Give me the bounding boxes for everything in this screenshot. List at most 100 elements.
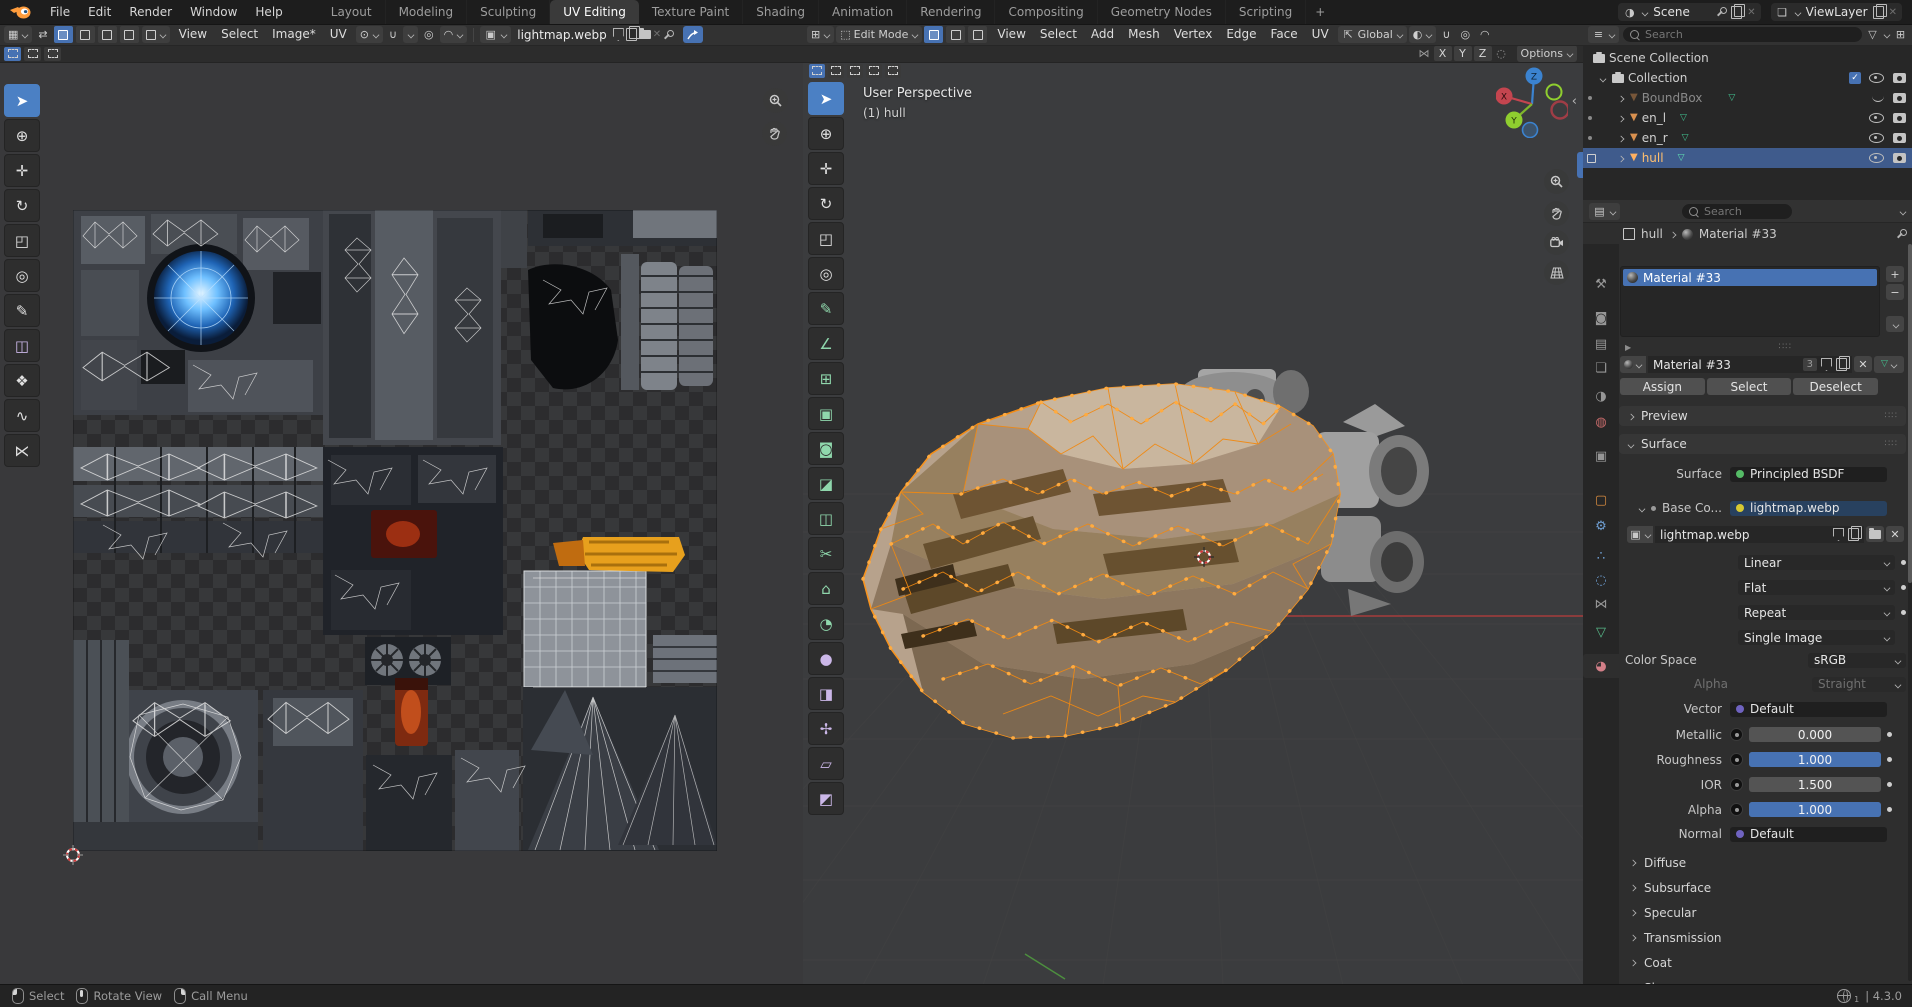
select-intersect-icon[interactable] (885, 64, 901, 78)
image-name-field[interactable]: lightmap.webp (1655, 526, 1864, 543)
options-dropdown[interactable]: Options (1517, 45, 1577, 62)
breadcrumb-object[interactable]: hull (1641, 227, 1663, 241)
users-count[interactable]: 3 (1803, 358, 1817, 371)
eye-icon[interactable] (1869, 113, 1884, 123)
transform-tool[interactable]: ◎ (4, 259, 40, 292)
scale-tool[interactable]: ◰ (4, 224, 40, 257)
vertex-select-mode[interactable] (924, 26, 943, 43)
viewport-menu[interactable]: Edge (1219, 24, 1263, 45)
slot-specials-button[interactable] (1886, 316, 1904, 332)
uv-texture-image[interactable] (73, 210, 717, 851)
viewport-ortho-toggle-button[interactable] (1544, 260, 1569, 285)
chevron-down-icon[interactable] (1638, 505, 1645, 512)
uv-zoom-button[interactable] (763, 88, 788, 113)
uv-select-mode-vertex[interactable] (54, 26, 73, 43)
open-image-folder-icon[interactable] (639, 30, 651, 39)
base-color-field[interactable]: lightmap.webp (1730, 501, 1887, 516)
outliner-row-en-l[interactable]: ▼ en_l ▽ (1583, 108, 1912, 128)
new-scene-icon[interactable] (1731, 6, 1742, 19)
rotate-tool[interactable]: ↻ (808, 187, 844, 220)
falloff-button[interactable]: ◠ (1476, 26, 1494, 43)
expand-icon[interactable]: ▶ (1625, 343, 1631, 352)
alpha-mode-dropdown[interactable]: Straight (1812, 677, 1906, 692)
rip-region-tool[interactable]: ◫ (4, 329, 40, 362)
annotate-tool[interactable]: ✎ (808, 292, 844, 325)
outliner-row-en-r[interactable]: ▼ en_r ▽ (1583, 128, 1912, 148)
workspace-tab[interactable]: Compositing (995, 0, 1097, 24)
delete-scene-icon[interactable]: ✕ (1747, 7, 1755, 18)
knife-tool[interactable]: ✂ (808, 537, 844, 570)
smooth-tool[interactable]: ● (808, 642, 844, 675)
topbar-menu[interactable]: Edit (79, 0, 120, 24)
delete-viewlayer-icon[interactable]: ✕ (1889, 7, 1897, 18)
camera-render-icon[interactable] (1893, 73, 1906, 83)
tab-constraints[interactable]: ⋈ (1583, 592, 1619, 616)
panel-preview[interactable]: Preview ∷∷ (1619, 406, 1906, 426)
tab-output[interactable]: ▤ (1583, 332, 1619, 356)
workspace-tab[interactable]: Rendering (907, 0, 995, 24)
tab-object[interactable]: ▢ (1583, 488, 1619, 512)
uv-proportional-edit-toggle[interactable]: ◎ (420, 26, 438, 43)
topbar-menu[interactable]: Help (246, 0, 291, 24)
tweak-select-tool[interactable]: ➤ (4, 84, 40, 117)
properties-search-input[interactable] (1702, 204, 1785, 219)
mirror-axis-button[interactable]: Y (1454, 46, 1472, 61)
surface-shader-field[interactable]: Principled BSDF (1730, 467, 1887, 482)
workspace-tab[interactable]: Modeling (386, 0, 468, 24)
chevron-down-icon[interactable] (1599, 75, 1606, 82)
filter-icon[interactable]: ▽ (1866, 28, 1879, 41)
shrink-fatten-tool[interactable]: ✢ (808, 712, 844, 745)
image-setting-dropdown[interactable]: Flat (1730, 575, 1908, 600)
eye-icon[interactable] (1869, 133, 1884, 143)
rotate-tool[interactable]: ↻ (4, 189, 40, 222)
camera-render-icon[interactable] (1893, 113, 1906, 123)
uv-select-mode-edge[interactable] (76, 26, 95, 43)
unlink-image-button[interactable]: ✕ (1886, 526, 1904, 542)
uv-select-mode-island[interactable] (120, 26, 139, 43)
viewport-camera-button[interactable] (1544, 230, 1569, 255)
value-slider[interactable]: 1.500 (1749, 777, 1881, 792)
extrude-region-tool[interactable]: ▣ (808, 397, 844, 430)
image-setting-dropdown[interactable]: Linear (1730, 550, 1908, 575)
new-viewlayer-icon[interactable] (1873, 6, 1884, 19)
color-space-dropdown[interactable]: sRGB (1808, 653, 1906, 668)
image-setting-dropdown[interactable]: Repeat (1730, 600, 1908, 625)
viewport-menu[interactable]: UV (1305, 24, 1336, 45)
chevron-down-icon[interactable] (1899, 208, 1906, 215)
duplicate-material-icon[interactable] (1836, 358, 1847, 371)
viewport-menu[interactable]: Vertex (1167, 24, 1220, 45)
scale-tool[interactable]: ◰ (808, 222, 844, 255)
subpanel-header[interactable]: Coat (1619, 950, 1906, 975)
workspace-tab[interactable]: Scripting (1226, 0, 1306, 24)
inset-faces-tool[interactable]: ◙ (808, 432, 844, 465)
viewport-editor-type-button[interactable]: ⊞ (807, 26, 834, 43)
uv-select-mode-face[interactable] (98, 26, 117, 43)
material-link-mesh-button[interactable]: ▽ (1874, 356, 1904, 373)
add-cube-tool[interactable]: ⊞ (808, 362, 844, 395)
fake-user-shield-icon[interactable] (1833, 528, 1844, 541)
bevel-tool[interactable]: ◪ (808, 467, 844, 500)
panel-surface[interactable]: Surface ∷∷ (1619, 434, 1906, 454)
breadcrumb-material[interactable]: Material #33 (1699, 227, 1777, 241)
snap-toggle[interactable]: ∪ (1438, 26, 1454, 43)
viewport-menu[interactable]: Add (1084, 24, 1121, 45)
select-extend-icon[interactable] (828, 64, 844, 78)
chevron-right-icon[interactable] (1617, 135, 1624, 142)
uv-menu[interactable]: Select (214, 24, 265, 45)
add-slot-button[interactable]: + (1886, 266, 1904, 282)
drag-dots-icon[interactable]: ∷∷ (1779, 342, 1792, 352)
uv-menu[interactable]: View (172, 24, 214, 45)
viewport-menu[interactable]: Select (1033, 24, 1084, 45)
relax-brush-tool[interactable]: ∿ (4, 399, 40, 432)
duplicate-image-icon[interactable] (1848, 528, 1859, 541)
uv-sync-selection-toggle[interactable]: ⇄ (34, 26, 51, 43)
topbar-menu[interactable]: Window (181, 0, 246, 24)
navigation-gizmo[interactable]: Z X Y (1496, 66, 1568, 138)
material-slot-active[interactable]: Material #33 (1623, 269, 1877, 286)
poly-build-tool[interactable]: ⌂ (808, 572, 844, 605)
pin-icon[interactable] (1716, 7, 1726, 17)
properties-scrollbar[interactable] (1908, 244, 1912, 981)
outliner-row-hull[interactable]: ▼ hull ▽ (1583, 148, 1912, 168)
select-mode-extend-icon[interactable] (24, 47, 41, 61)
move-tool[interactable]: ✛ (4, 154, 40, 187)
